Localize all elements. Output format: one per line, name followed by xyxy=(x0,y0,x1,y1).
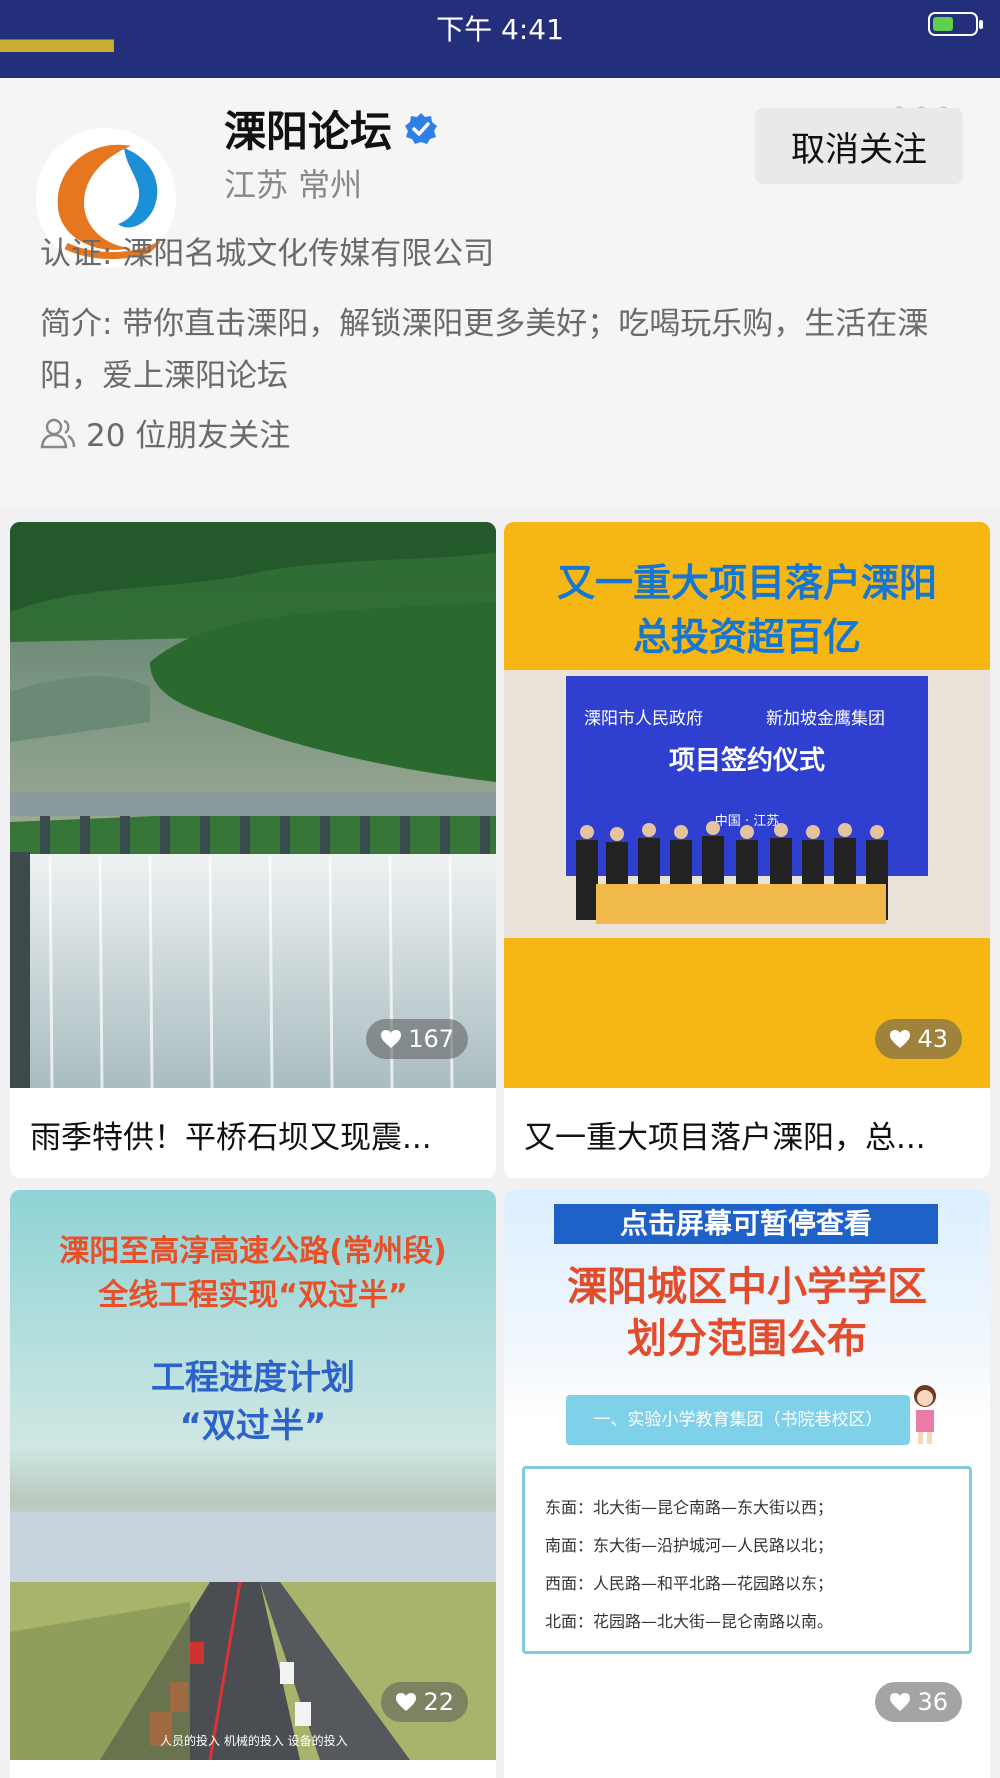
like-count: 22 xyxy=(381,1682,468,1722)
friends-following-label: 20 位朋友关注 xyxy=(86,418,291,454)
post-thumbnail: 又一重大项目落户溧阳 总投资超百亿 溧阳市人民政府 新加坡金鹰集团 项目签约仪式… xyxy=(504,522,990,1088)
unfollow-button[interactable]: 取消关注 xyxy=(755,108,963,184)
post-thumbnail: 溧阳至高淳高速公路(常州段) 全线工程实现“双过半” 工程进度计划 “双过半” … xyxy=(10,1190,496,1760)
post-title[interactable]: 雨季特供！平桥石坝又现震... xyxy=(30,1112,476,1157)
account-location: 江苏 常州 xyxy=(224,166,363,204)
like-count: 43 xyxy=(875,1019,962,1059)
heart-icon xyxy=(890,1693,911,1711)
like-count: 167 xyxy=(366,1019,468,1059)
district-line: 东面：北大街—昆仑南路—东大街以西； xyxy=(545,1498,834,1517)
post-card[interactable]: 溧阳至高淳高速公路(常州段) 全线工程实现“双过半” 工程进度计划 “双过半” … xyxy=(10,1190,496,1778)
verified-icon xyxy=(405,112,438,144)
profile-header: 溧阳论坛 江苏 常州 ••• 取消关注 认证: 溧阳名城文化传媒有限公司 简介:… xyxy=(0,78,1000,508)
thumbnail-headline-2: 划分范围公布 xyxy=(627,1316,867,1362)
like-count-value: 22 xyxy=(423,1688,454,1716)
thumbnail-headline-3: 工程进度计划 xyxy=(151,1358,355,1398)
post-thumbnail xyxy=(10,522,496,1088)
thumbnail-headline-2: 总投资超百亿 xyxy=(632,615,861,659)
friends-following[interactable]: 20 位朋友关注 xyxy=(40,410,290,455)
thumbnail-banner: 点击屏幕可暂停查看 xyxy=(554,1204,938,1244)
account-name-row: 溧阳论坛 xyxy=(224,98,438,159)
district-boundaries: 东面：北大街—昆仑南路—东大街以西； 南面：东大街—沿护城河—人民路以北； 西面… xyxy=(522,1466,972,1654)
district-line: 西面：人民路—和平北路—花园路以东； xyxy=(545,1574,834,1593)
like-count: 36 xyxy=(875,1682,962,1722)
intro-text: 简介: 带你直击溧阳，解锁溧阳更多美好；吃喝玩乐购，生活在溧阳，爱上溧阳论坛 xyxy=(40,306,929,394)
status-bar: ▁▁ 下午 4:41 xyxy=(0,0,1000,78)
account-name: 溧阳论坛 xyxy=(224,107,393,156)
status-time: 下午 4:41 xyxy=(436,13,564,46)
screen-text-left: 溧阳市人民政府 xyxy=(584,709,703,729)
thumbnail-headline-4: “双过半” xyxy=(179,1406,327,1446)
thumbnail-headline-1: 溧阳至高淳高速公路(常州段) xyxy=(59,1234,447,1269)
screen-title: 项目签约仪式 xyxy=(668,746,825,776)
heart-icon xyxy=(890,1030,911,1048)
heart-icon xyxy=(396,1693,417,1711)
like-count-value: 36 xyxy=(917,1688,948,1716)
friends-icon xyxy=(40,418,76,448)
post-card[interactable]: 167 雨季特供！平桥石坝又现震... xyxy=(10,522,496,1178)
thumbnail-headline-1: 溧阳城区中小学学区 xyxy=(567,1264,927,1310)
thumbnail-caption: 人员的投入 机械的投入 设备的投入 xyxy=(160,1734,348,1748)
district-line: 北面：花园路—北大街—昆仑南路以南。 xyxy=(545,1612,834,1631)
girl-illustration xyxy=(914,1385,936,1444)
post-card[interactable]: 点击屏幕可暂停查看 溧阳城区中小学学区 划分范围公布 一、实验小学教育集团（书院… xyxy=(504,1190,990,1778)
post-card[interactable]: 又一重大项目落户溧阳 总投资超百亿 溧阳市人民政府 新加坡金鹰集团 项目签约仪式… xyxy=(504,522,990,1178)
like-count-value: 167 xyxy=(408,1025,454,1053)
thumbnail-headline-1: 又一重大项目落户溧阳 xyxy=(556,561,937,605)
heart-icon xyxy=(381,1030,402,1048)
post-title[interactable]: 又一重大项目落户溧阳，总... xyxy=(524,1112,970,1157)
like-count-value: 43 xyxy=(917,1025,948,1053)
thumbnail-photo: 溧阳市人民政府 新加坡金鹰集团 项目签约仪式 中国 · 江苏 xyxy=(504,670,990,938)
post-thumbnail: 点击屏幕可暂停查看 溧阳城区中小学学区 划分范围公布 一、实验小学教育集团（书院… xyxy=(504,1190,990,1760)
battery-icon xyxy=(928,12,983,36)
thumbnail-headline-2: 全线工程实现“双过半” xyxy=(98,1278,408,1313)
section-heading: 一、实验小学教育集团（书院巷校区） xyxy=(566,1395,910,1445)
screen-text-right: 新加坡金鹰集团 xyxy=(766,709,885,729)
district-line: 南面：东大街—沿护城河—人民路以北； xyxy=(545,1536,834,1555)
certification-text: 认证: 溧阳名城文化传媒有限公司 xyxy=(40,236,495,272)
